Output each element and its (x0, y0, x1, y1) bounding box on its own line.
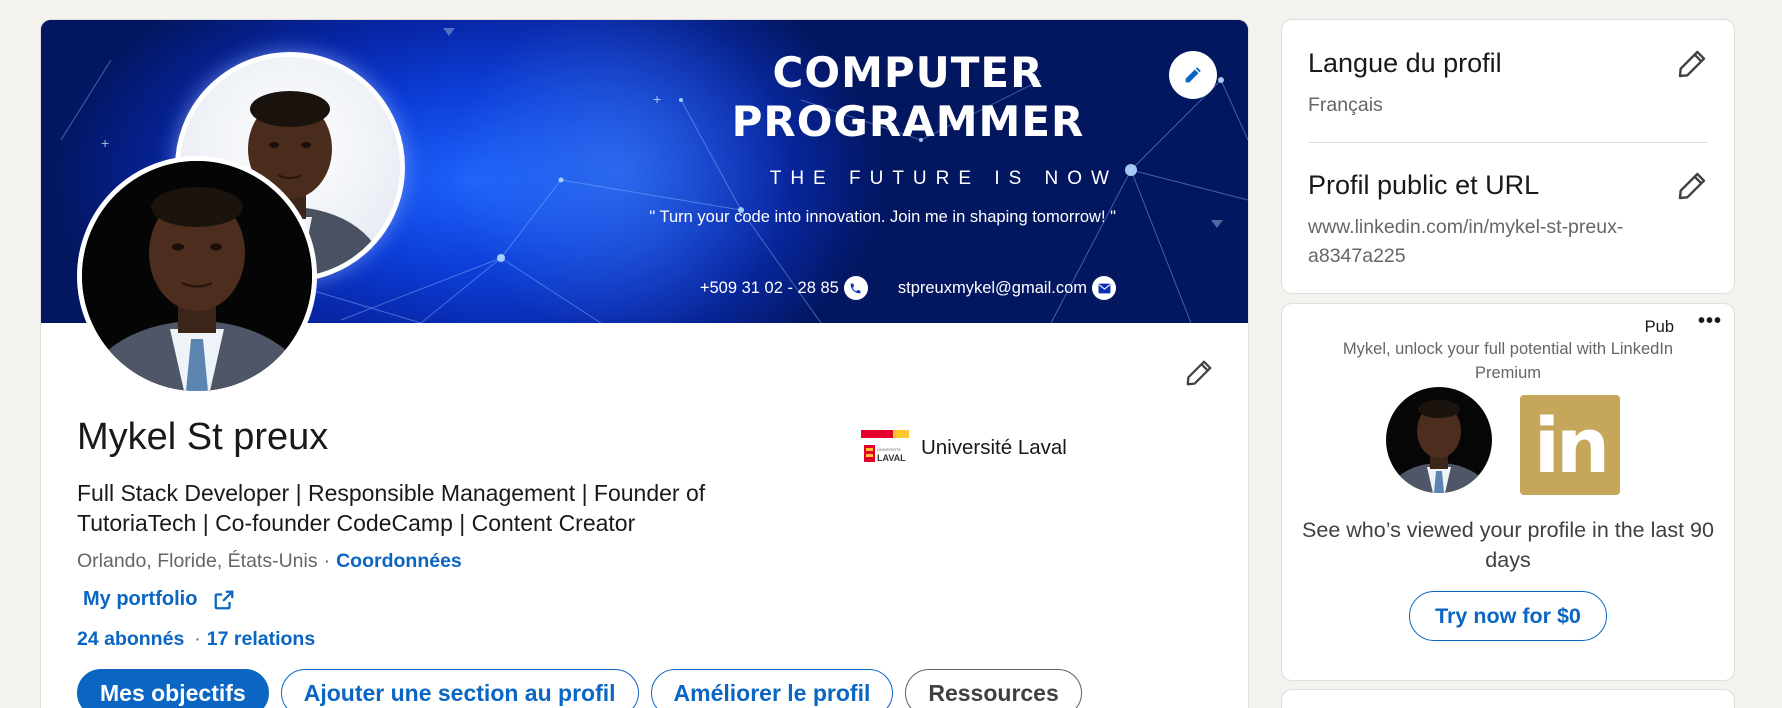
banner-quote: " Turn your code into innovation. Join m… (649, 208, 1116, 226)
profile-language-title: Langue du profil (1308, 48, 1502, 78)
profile-name: Mykel St preux (77, 416, 329, 458)
banner-phone: +509 31 02 - 28 85 (699, 278, 839, 297)
mail-icon (1092, 276, 1116, 300)
profile-location: Orlando, Floride, États-Unis (77, 550, 318, 572)
pencil-icon (1185, 67, 1201, 83)
banner-email: stpreuxmykel@gmail.com (897, 278, 1087, 297)
university-logo-text: LAVAL (877, 453, 906, 463)
education-name: Université Laval (921, 436, 1067, 459)
edit-language-button[interactable] (1676, 48, 1708, 85)
location-row: Orlando, Floride, États-Unis · Coordonné… (77, 550, 462, 573)
followers-link[interactable]: 24 abonnés (77, 628, 184, 651)
pencil-icon (1678, 172, 1706, 200)
location-separator: · (323, 550, 331, 572)
edit-banner-button[interactable] (1169, 51, 1217, 99)
promo-body: See who’s viewed your profile in the las… (1302, 518, 1714, 572)
promo-avatar (1386, 387, 1492, 493)
edit-intro-button[interactable] (1181, 355, 1217, 391)
banner-contact-row: +509 31 02 - 28 85 stpreuxmykel@gmail.co… (700, 276, 1116, 300)
add-section-button[interactable]: Ajouter une section au profil (280, 669, 639, 708)
promo-text: Mykel, unlock your full potential with L… (1342, 340, 1674, 382)
phone-icon (843, 276, 868, 300)
premium-ad-card: Pub ••• Mykel, unlock your full potentia… (1282, 304, 1734, 680)
banner-title-line2: PROGRAMMER (731, 97, 1085, 146)
profile-avatar[interactable] (77, 156, 317, 396)
public-profile-url: www.linkedin.com/in/mykel-st-preux-a8347… (1308, 216, 1624, 267)
svg-text:+: + (101, 135, 109, 151)
banner-tagline: THE FUTURE IS NOW (769, 168, 1118, 189)
portfolio-link[interactable]: My portfolio (83, 588, 235, 611)
goals-button[interactable]: Mes objectifs (77, 669, 269, 708)
contact-info-link[interactable]: Coordonnées (336, 550, 462, 573)
pencil-icon (1186, 360, 1212, 386)
pencil-icon (1678, 50, 1706, 78)
edit-public-profile-button[interactable] (1676, 170, 1708, 207)
public-profile-section: Profil public et URL www.linkedin.com/in… (1308, 170, 1708, 271)
svg-text:+: + (653, 91, 661, 107)
public-profile-title: Profil public et URL (1308, 170, 1540, 200)
banner-title: COMPUTER PROGRAMMER (698, 48, 1118, 146)
try-premium-button[interactable]: Try now for $0 (1409, 591, 1607, 641)
banner-title-line1: COMPUTER (772, 48, 1044, 97)
profile-actions: Mes objectifs Ajouter une section au pro… (77, 669, 1094, 708)
profile-language-section: Langue du profil Français (1308, 48, 1708, 120)
university-logo-small-text: UNIVERSITÉ (877, 447, 901, 452)
ad-label: Pub (1644, 318, 1674, 336)
network-separator: · (194, 628, 201, 650)
portfolio-label: My portfolio (83, 588, 198, 610)
section-divider (1308, 142, 1708, 143)
linkedin-premium-logo: in (1520, 395, 1620, 495)
university-logo: UNIVERSITÉ LAVAL (861, 430, 909, 466)
improve-profile-button[interactable]: Améliorer le profil (650, 669, 894, 708)
more-options-icon[interactable]: ••• (1698, 310, 1722, 333)
network-row: 24 abonnés · 17 relations (77, 628, 315, 651)
resources-button[interactable]: Ressources (905, 669, 1082, 708)
profile-language-value: Français (1308, 94, 1383, 116)
profile-headline: Full Stack Developer | Responsible Manag… (77, 480, 706, 536)
profile-settings-card: Langue du profil Français Profil public … (1282, 20, 1734, 293)
education-link[interactable]: UNIVERSITÉ LAVAL Université Laval (861, 430, 1067, 466)
external-link-icon (215, 590, 234, 609)
profile-card: + + COMPUTER PROGRAMMER THE FUTURE IS NO… (41, 20, 1248, 708)
connections-link[interactable]: 17 relations (207, 628, 315, 651)
next-sidebar-card (1282, 690, 1734, 708)
